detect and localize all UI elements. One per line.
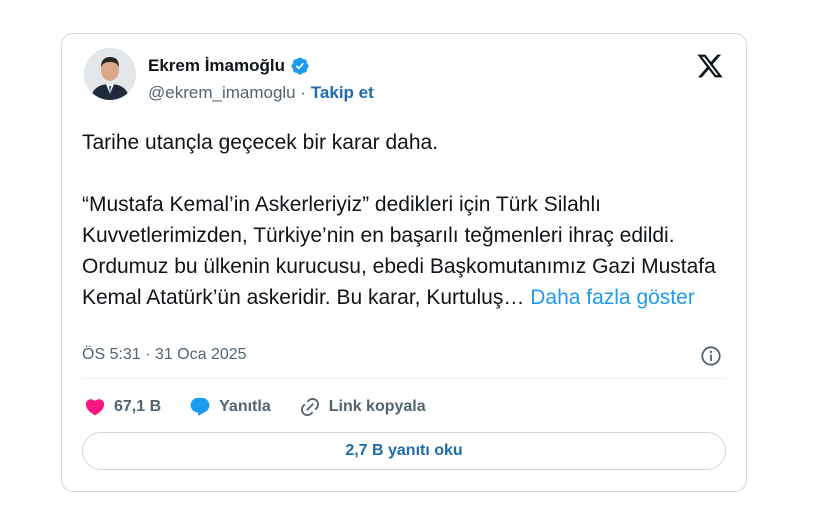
- author-name[interactable]: Ekrem İmamoğlu: [148, 56, 285, 76]
- action-bar: 67,1 B Yanıtla Link kopyala: [84, 396, 454, 418]
- reply-button[interactable]: Yanıtla: [189, 396, 271, 418]
- follow-button[interactable]: Takip et: [311, 83, 374, 102]
- verified-badge-icon: [291, 57, 309, 75]
- tweet-timestamp[interactable]: ÖS 5:31 · 31 Oca 2025: [82, 346, 247, 364]
- link-icon: [300, 397, 319, 417]
- avatar-portrait-icon: [84, 48, 136, 100]
- heart-icon: [85, 399, 105, 416]
- like-count: 67,1 B: [114, 398, 162, 415]
- tweet-text: Tarihe utançla geçecek bir karar daha. “…: [82, 131, 716, 309]
- reply-bubble-icon: [190, 397, 210, 416]
- like-button[interactable]: 67,1 B: [84, 396, 161, 418]
- handle-separator: ·: [300, 83, 307, 102]
- tweet-card: Ekrem İmamoğlu @ekrem_imamoglu · Takip e…: [61, 33, 747, 492]
- handle-line: @ekrem_imamoglu · Takip et: [148, 83, 374, 103]
- author-name-row[interactable]: Ekrem İmamoğlu: [148, 56, 310, 76]
- avatar[interactable]: [84, 48, 136, 100]
- tweet-text-block: Tarihe utançla geçecek bir karar daha. “…: [82, 127, 722, 313]
- x-logo-icon[interactable]: [696, 52, 724, 80]
- author-handle[interactable]: @ekrem_imamoglu: [148, 83, 296, 102]
- copy-link-label: Link kopyala: [328, 398, 426, 415]
- reply-label: Yanıtla: [219, 398, 271, 415]
- info-icon[interactable]: [700, 345, 722, 367]
- read-replies-label: 2,7 B yanıtı oku: [345, 442, 463, 459]
- divider: [82, 378, 726, 379]
- show-more-link[interactable]: Daha fazla göster: [530, 286, 695, 309]
- copy-link-button[interactable]: Link kopyala: [299, 396, 426, 418]
- read-replies-button[interactable]: 2,7 B yanıtı oku: [82, 432, 726, 470]
